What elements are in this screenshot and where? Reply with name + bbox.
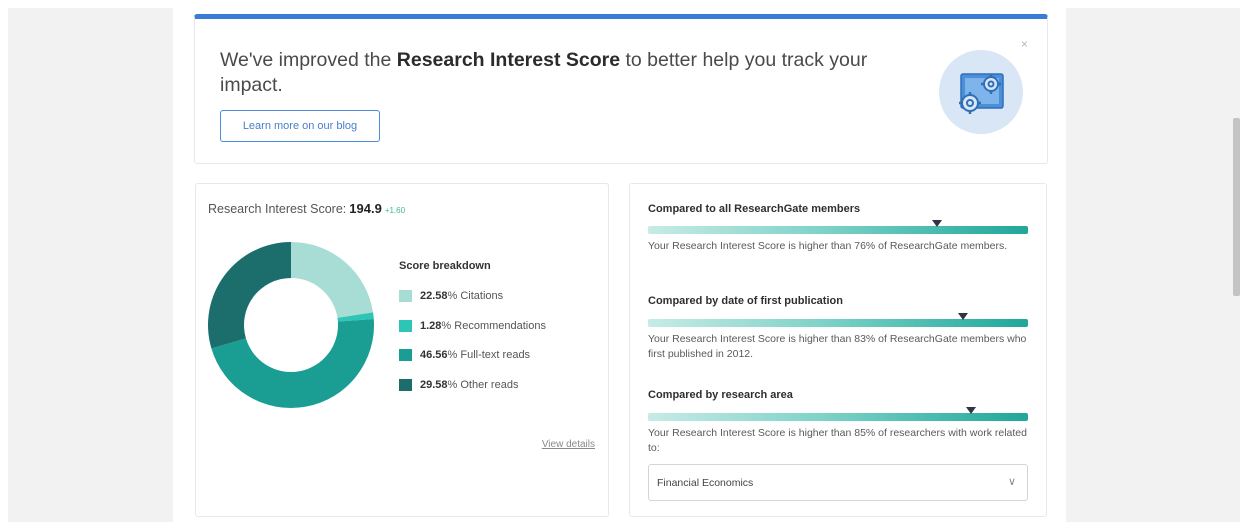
research-interest-score-title: Research Interest Score: 194.9 +1.60: [208, 201, 405, 216]
view-details-link[interactable]: View details: [542, 439, 595, 450]
legend-percent: 1.28: [420, 320, 442, 332]
score-value: 194.9: [349, 201, 382, 216]
donut-slice-citations: [291, 242, 374, 318]
comparison-title-all-members: Compared to all ResearchGate members: [648, 203, 861, 215]
score-donut-chart: [208, 242, 374, 408]
legend-item-full-text-reads: 46.56% Full-text reads: [399, 349, 530, 361]
comparison-title-first-publication: Compared by date of first publication: [648, 295, 843, 307]
page-right-gutter: [1066, 8, 1240, 522]
comparison-bar-all-members: [648, 220, 1028, 234]
legend-swatch: [399, 320, 412, 332]
research-area-select-value: Financial Economics: [657, 476, 754, 489]
legend-item-recommendations: 1.28% Recommendations: [399, 320, 546, 332]
legend-item-citations: 22.58% Citations: [399, 290, 503, 302]
score-comparison-card: Compared to all ResearchGate members You…: [629, 183, 1047, 517]
legend-label: % Other reads: [447, 379, 519, 391]
legend-percent: 22.58: [420, 290, 448, 302]
legend-swatch: [399, 379, 412, 391]
scrollbar-thumb[interactable]: [1233, 118, 1240, 296]
research-area-select[interactable]: Financial Economics ∨: [648, 464, 1028, 501]
page-left-gutter: [8, 8, 173, 522]
comparison-text-first-publication: Your Research Interest Score is higher t…: [648, 333, 1027, 360]
banner-message: We've improved the Research Interest Sco…: [220, 48, 900, 98]
comparison-bar-research-area: [648, 407, 1028, 421]
comparison-text-all-members: Your Research Interest Score is higher t…: [648, 240, 1008, 252]
legend-label: % Citations: [447, 290, 504, 302]
percentile-marker-icon: [958, 313, 969, 320]
legend-percent: 29.58: [420, 379, 448, 391]
legend-label: % Recommendations: [441, 320, 546, 332]
score-breakdown-title: Score breakdown: [399, 260, 491, 272]
percentile-marker-icon: [966, 407, 976, 414]
legend-percent: 46.56: [420, 349, 448, 361]
gears-illustration-icon: [939, 50, 1023, 134]
banner-text-highlight: Research Interest Score: [396, 49, 621, 71]
score-breakdown-card: Research Interest Score: 194.9 +1.60 Score…: [195, 183, 609, 517]
learn-more-button[interactable]: Learn more on our blog: [220, 110, 380, 142]
close-icon[interactable]: ×: [1021, 37, 1028, 51]
legend-item-other-reads: 29.58% Other reads: [399, 379, 518, 391]
announcement-banner: We've improved the Research Interest Sco…: [194, 14, 1048, 164]
chevron-down-icon: ∨: [1007, 476, 1016, 488]
score-delta: +1.60: [384, 206, 406, 215]
banner-text-start: We've improved the: [220, 49, 397, 71]
legend-label: % Full-text reads: [447, 349, 531, 361]
percentile-marker-icon: [931, 220, 942, 227]
comparison-title-research-area: Compared by research area: [648, 389, 793, 401]
legend-swatch: [399, 290, 412, 302]
comparison-text-research-area: Your Research Interest Score is higher t…: [648, 427, 1027, 454]
legend-swatch: [399, 349, 412, 361]
score-label: Research Interest Score:: [208, 202, 347, 216]
comparison-bar-first-publication: [648, 313, 1028, 327]
donut-slice-other-reads: [208, 242, 291, 349]
